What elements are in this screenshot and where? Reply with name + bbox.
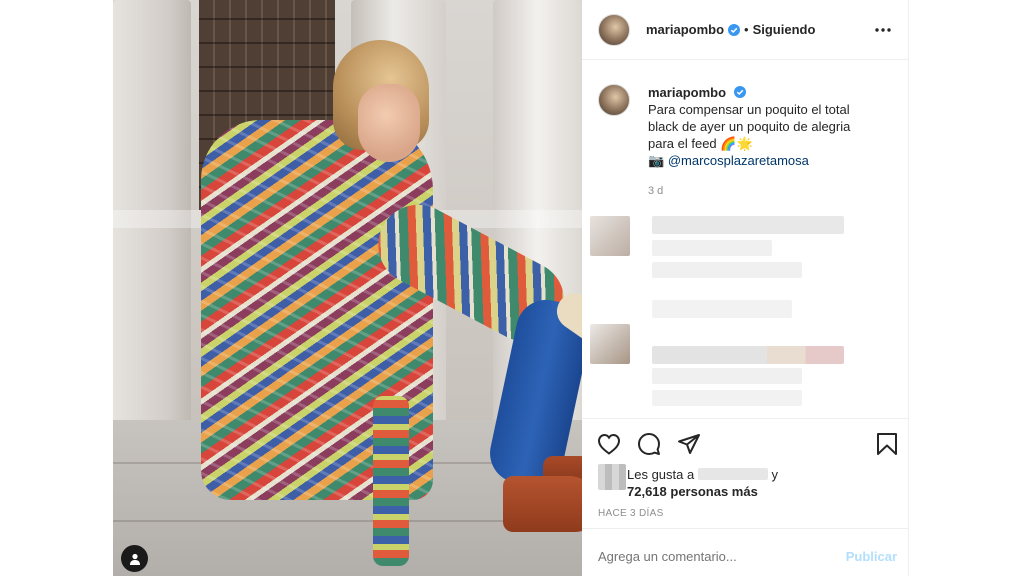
more-options-button[interactable] [871,18,895,42]
verified-badge-icon [728,23,741,36]
blurred-comment-text [652,262,802,278]
comment-input[interactable] [598,549,828,564]
caption-line: para el feed 🌈🌟 [648,136,753,151]
likes-prefix: Les gusta a [627,467,695,482]
liker-username-blurred[interactable] [697,468,768,480]
post-header: mariapombo • Siguiendo [582,0,909,60]
post-details-panel: mariapombo • Siguiendo mariapombo Para c… [582,0,909,576]
caption-username[interactable]: mariapombo [648,85,726,100]
likes-count-button[interactable]: 72,618 personas más [627,484,758,499]
save-button[interactable] [874,431,900,457]
header-separator: • [744,22,749,37]
photo-face [358,84,420,162]
verified-badge-icon [733,86,746,98]
blurred-comment-text [652,216,844,234]
photo-sash [373,396,409,566]
user-tag-icon [129,553,140,565]
likes-text: Les gusta a y 72,618 personas más [627,466,778,500]
like-button[interactable] [596,431,622,457]
blurred-comment-avatar [590,216,630,256]
caption-line: black de ayer un poquito de alegria [648,119,851,134]
post-photo[interactable] [113,0,582,576]
likes-summary: Les gusta a y 72,618 personas más [598,460,898,499]
comment-form: Publicar [582,528,909,576]
likes-suffix: y [771,467,778,482]
caption-text: mariapombo Para compensar un poquito el … [648,84,888,169]
publish-button[interactable]: Publicar [846,549,897,564]
blurred-comment-text [652,390,802,406]
blurred-comment-avatar [590,324,630,364]
photographer-mention-link[interactable]: @marcosplazaretamosa [668,153,809,168]
blurred-comment-text [652,368,802,384]
blurred-comment-text [652,300,792,318]
more-options-icon [875,28,891,32]
liker-avatar[interactable] [598,464,626,490]
post-timestamp[interactable]: HACE 3 DÍAS [598,508,664,519]
avatar[interactable] [598,84,630,116]
bookmark-icon [877,433,897,455]
header-username[interactable]: mariapombo [646,22,724,37]
caption-timestamp: 3 d [648,185,664,197]
heart-icon [597,433,621,455]
camera-emoji: 📷 [648,153,665,168]
blurred-comment-text [652,240,772,256]
photo-boot [503,476,582,532]
user-tag-button[interactable] [121,545,148,572]
avatar[interactable] [598,13,630,46]
blurred-comment-text [652,346,844,364]
following-button[interactable]: Siguiendo [753,22,816,37]
caption-line: Para compensar un poquito el total [648,102,850,117]
photo-person [193,36,582,576]
post-caption: mariapombo Para compensar un poquito el … [598,84,898,169]
comment-button[interactable] [636,431,662,457]
share-icon [678,434,700,454]
share-button[interactable] [676,431,702,457]
comment-icon [638,433,660,455]
